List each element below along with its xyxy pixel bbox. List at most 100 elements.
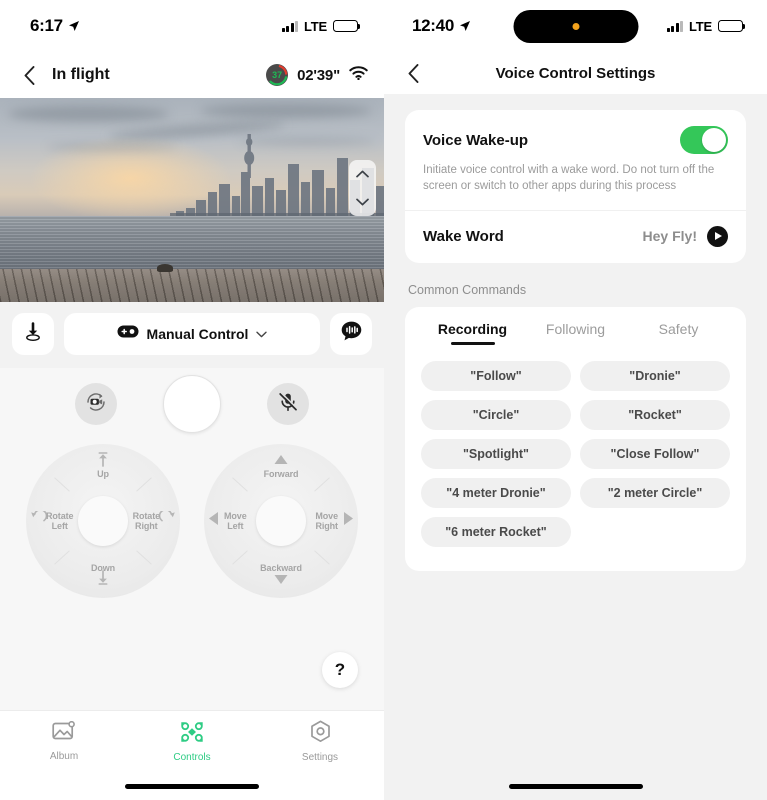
rotate-left-icon (30, 509, 48, 531)
home-indicator[interactable] (125, 783, 259, 789)
voice-wakeup-description: Initiate voice control with a wake word.… (423, 164, 715, 192)
stick-knob[interactable] (256, 496, 306, 546)
status-right-group: LTE (281, 18, 361, 34)
tick (54, 550, 70, 565)
carrier-label: LTE (689, 18, 712, 34)
tick (232, 477, 248, 492)
home-indicator[interactable] (508, 783, 643, 789)
flight-mode-selector[interactable]: Manual Control (64, 313, 320, 355)
location-arrow-icon (459, 20, 471, 32)
stick-label-forward: Forward (263, 469, 299, 479)
stick-label-rotate-right: Rotate Right (132, 510, 161, 531)
battery-icon (333, 20, 361, 32)
chevron-down-icon (256, 325, 268, 343)
tab-safety[interactable]: Safety (627, 321, 730, 345)
wake-word-value: Hey Fly! (642, 228, 697, 245)
settings-page: Voice Wake-up Initiate voice control wit… (384, 94, 767, 772)
label-line-1: Move (224, 510, 247, 521)
command-chip[interactable]: "2 meter Circle" (580, 477, 730, 508)
chevron-down-icon[interactable] (356, 193, 369, 211)
dual-screenshot: 6:17 LTE In flight 37 02'39" Manual Cont… (0, 0, 767, 800)
play-icon[interactable] (707, 225, 728, 247)
joystick-area: Up Rotate Left Rotate Right Down Forward… (0, 440, 384, 710)
page-title: In flight (52, 66, 110, 83)
altitude-rotation-stick[interactable]: Up Rotate Left Rotate Right Down (26, 444, 180, 598)
back-button[interactable] (14, 60, 44, 90)
command-chip[interactable]: "Dronie" (580, 360, 730, 391)
tab-album[interactable]: Album (0, 720, 128, 762)
common-commands-title: Common Commands (408, 282, 527, 297)
gamepad-icon (117, 325, 139, 343)
nav-bar-right: Voice Control Settings (384, 52, 767, 94)
help-button[interactable]: ? (322, 652, 358, 688)
voice-control-button[interactable] (330, 313, 372, 355)
status-bar-left: 6:17 LTE (0, 0, 384, 52)
flight-time: 02'39" (297, 66, 340, 84)
cellular-bars-icon (666, 20, 683, 32)
command-chip[interactable]: "6 meter Rocket" (421, 516, 571, 547)
tick (136, 477, 152, 492)
command-chip-list: "Follow" "Dronie" "Circle" "Rocket" "Spo… (421, 360, 730, 547)
tick (314, 550, 330, 565)
voice-wakeup-toggle[interactable] (680, 126, 728, 154)
carrier-label: LTE (304, 18, 327, 34)
shutter-button[interactable] (163, 375, 221, 433)
toggle-thumb (702, 128, 726, 152)
tab-label: Controls (173, 751, 211, 763)
command-chip[interactable]: "Follow" (421, 360, 571, 391)
stick-label-rotate-left: Rotate Left (46, 510, 74, 531)
wake-word-right-group: Hey Fly! (642, 225, 728, 247)
command-chip[interactable]: "Rocket" (580, 399, 730, 430)
status-right-group: LTE (666, 18, 746, 34)
battery-icon (718, 20, 746, 32)
home-indicator-area-right (384, 772, 767, 800)
tab-recording[interactable]: Recording (421, 321, 524, 345)
photo-icon (52, 720, 76, 747)
common-commands-card: Recording Following Safety "Follow" "Dro… (405, 306, 746, 571)
bottom-tab-bar: Album Controls Settings (0, 710, 384, 772)
stick-label-up: Up (97, 469, 109, 479)
wooden-dock (0, 269, 384, 302)
command-chip[interactable]: "4 meter Dronie" (421, 477, 571, 508)
command-tabs: Recording Following Safety (421, 321, 730, 345)
wake-word-label: Wake Word (423, 227, 504, 245)
label-line-1: Rotate (132, 510, 161, 521)
home-indicator-area-left (0, 772, 384, 800)
label-line-2: Right (315, 521, 338, 531)
command-chip[interactable]: "Close Follow" (580, 438, 730, 469)
label-line-1: Move (315, 510, 338, 521)
gimbal-tilt-control[interactable] (349, 160, 376, 216)
tick (136, 550, 152, 565)
hexagon-gear-icon (309, 720, 332, 748)
tab-label: Album (49, 751, 79, 762)
live-video-feed[interactable] (0, 98, 384, 302)
triangle-left-icon (208, 511, 219, 531)
command-chip[interactable]: "Circle" (421, 399, 571, 430)
location-arrow-icon (68, 20, 80, 32)
movement-stick[interactable]: Forward Move Left Move Right Backward (204, 444, 358, 598)
triangle-right-icon (343, 511, 354, 531)
orange-recording-dot-icon (572, 23, 579, 30)
land-drone-button[interactable] (12, 313, 54, 355)
flight-mode-label: Manual Control (146, 326, 249, 342)
command-chip[interactable]: "Spotlight" (421, 438, 571, 469)
label-line-1: Rotate (46, 510, 74, 521)
drone-icon (180, 721, 204, 748)
chevron-up-icon[interactable] (356, 165, 369, 183)
camera-video-switch-button[interactable] (75, 383, 117, 425)
status-time: 6:17 (30, 16, 63, 35)
wifi-icon (349, 65, 368, 85)
stick-label-move-left: Move Left (224, 511, 247, 531)
land-drone-icon (22, 321, 44, 348)
tab-settings[interactable]: Settings (256, 720, 384, 763)
page-title: Voice Control Settings (495, 64, 656, 82)
stick-knob[interactable] (78, 496, 128, 546)
mic-mute-button[interactable] (267, 383, 309, 425)
tab-following[interactable]: Following (524, 321, 627, 345)
dynamic-island[interactable] (513, 10, 638, 43)
camera-video-switch-icon (84, 390, 108, 419)
wake-word-row[interactable]: Wake Word Hey Fly! (405, 211, 746, 263)
tab-controls[interactable]: Controls (128, 721, 256, 763)
label-line-2: Left (227, 521, 244, 531)
left-phone-screen: 6:17 LTE In flight 37 02'39" Manual Cont… (0, 0, 384, 800)
